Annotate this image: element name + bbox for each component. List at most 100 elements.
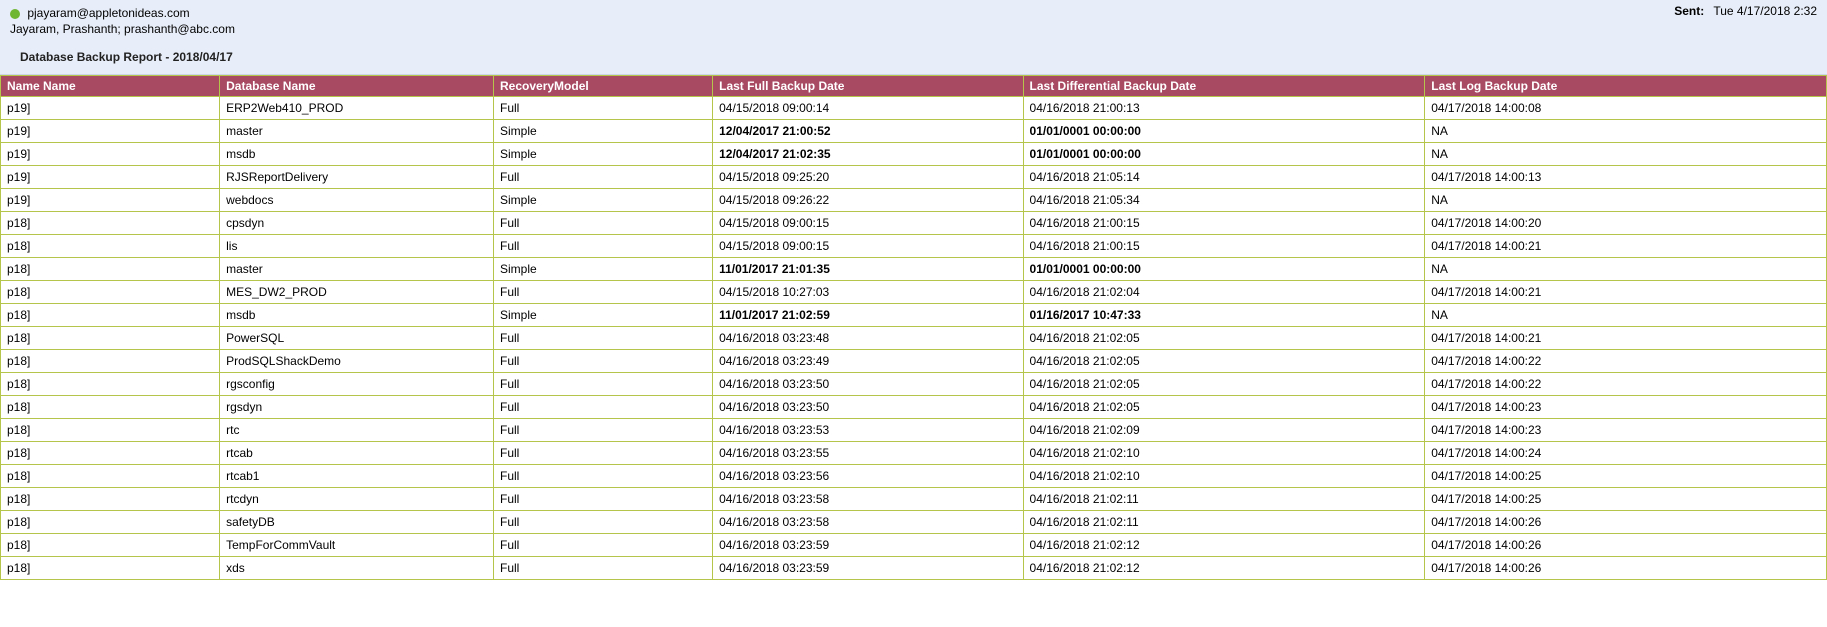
cell: Full (494, 511, 713, 534)
cell: Simple (494, 258, 713, 281)
cell: 12/04/2017 21:00:52 (713, 120, 1023, 143)
cell: 04/15/2018 10:27:03 (713, 281, 1023, 304)
table-row: p18]PowerSQLFull04/16/2018 03:23:4804/16… (1, 327, 1827, 350)
cell: Full (494, 488, 713, 511)
cell: 04/16/2018 03:23:50 (713, 396, 1023, 419)
cell: p18] (1, 419, 220, 442)
table-row: p19]ERP2Web410_PRODFull04/15/2018 09:00:… (1, 97, 1827, 120)
cell: p18] (1, 534, 220, 557)
cell: 04/17/2018 14:00:24 (1425, 442, 1827, 465)
cell: Full (494, 281, 713, 304)
cell: p18] (1, 488, 220, 511)
cell: 04/16/2018 21:05:34 (1023, 189, 1425, 212)
cell: 04/16/2018 03:23:59 (713, 534, 1023, 557)
cell: 04/17/2018 14:00:26 (1425, 557, 1827, 580)
cell: 04/17/2018 14:00:20 (1425, 212, 1827, 235)
cell: Simple (494, 304, 713, 327)
cell: NA (1425, 258, 1827, 281)
cell: 04/16/2018 21:02:04 (1023, 281, 1425, 304)
cell: 04/17/2018 14:00:22 (1425, 373, 1827, 396)
cell: ProdSQLShackDemo (220, 350, 494, 373)
table-row: p18]lisFull04/15/2018 09:00:1504/16/2018… (1, 235, 1827, 258)
cell: 12/04/2017 21:02:35 (713, 143, 1023, 166)
cell: 04/16/2018 21:00:15 (1023, 235, 1425, 258)
cell: TempForCommVault (220, 534, 494, 557)
table-row: p18]rgsconfigFull04/16/2018 03:23:5004/1… (1, 373, 1827, 396)
table-row: p18]MES_DW2_PRODFull04/15/2018 10:27:030… (1, 281, 1827, 304)
cell: p19] (1, 143, 220, 166)
cell: NA (1425, 189, 1827, 212)
table-row: p18]rtcabFull04/16/2018 03:23:5504/16/20… (1, 442, 1827, 465)
cell: Full (494, 557, 713, 580)
table-row: p18]cpsdynFull04/15/2018 09:00:1504/16/2… (1, 212, 1827, 235)
cell: Full (494, 327, 713, 350)
cell: 01/01/0001 00:00:00 (1023, 258, 1425, 281)
cell: Full (494, 212, 713, 235)
email-subject: Database Backup Report - 2018/04/17 (10, 50, 1817, 64)
cell: p19] (1, 120, 220, 143)
col-header-4: Last Differential Backup Date (1023, 76, 1425, 97)
cell: p18] (1, 304, 220, 327)
cell: 04/16/2018 21:02:10 (1023, 465, 1425, 488)
sent-value: Tue 4/17/2018 2:32 (1713, 4, 1817, 18)
table-row: p19]RJSReportDeliveryFull04/15/2018 09:2… (1, 166, 1827, 189)
table-row: p19]webdocsSimple04/15/2018 09:26:2204/1… (1, 189, 1827, 212)
table-row: p19]msdbSimple12/04/2017 21:02:3501/01/0… (1, 143, 1827, 166)
cell: 04/17/2018 14:00:21 (1425, 327, 1827, 350)
cell: Full (494, 419, 713, 442)
cell: Simple (494, 189, 713, 212)
cell: p19] (1, 166, 220, 189)
cell: p18] (1, 442, 220, 465)
cell: Full (494, 350, 713, 373)
cell: NA (1425, 120, 1827, 143)
cell: xds (220, 557, 494, 580)
table-row: p18]safetyDBFull04/16/2018 03:23:5804/16… (1, 511, 1827, 534)
cell: Full (494, 235, 713, 258)
cell: p18] (1, 511, 220, 534)
cell: p18] (1, 327, 220, 350)
cell: p19] (1, 189, 220, 212)
cell: rgsconfig (220, 373, 494, 396)
cell: Full (494, 373, 713, 396)
cell: 04/16/2018 21:05:14 (1023, 166, 1425, 189)
cell: ERP2Web410_PROD (220, 97, 494, 120)
cell: p18] (1, 212, 220, 235)
cell: 04/16/2018 03:23:58 (713, 488, 1023, 511)
table-row: p18]rtcFull04/16/2018 03:23:5304/16/2018… (1, 419, 1827, 442)
table-row: p18]TempForCommVaultFull04/16/2018 03:23… (1, 534, 1827, 557)
cell: 04/17/2018 14:00:25 (1425, 488, 1827, 511)
cell: 04/16/2018 03:23:49 (713, 350, 1023, 373)
cell: 04/16/2018 03:23:48 (713, 327, 1023, 350)
cell: 04/16/2018 21:02:09 (1023, 419, 1425, 442)
cell: 04/17/2018 14:00:08 (1425, 97, 1827, 120)
cell: 04/15/2018 09:00:14 (713, 97, 1023, 120)
cell: RJSReportDelivery (220, 166, 494, 189)
cell: lis (220, 235, 494, 258)
cell: p18] (1, 281, 220, 304)
table-row: p18]rtcab1Full04/16/2018 03:23:5604/16/2… (1, 465, 1827, 488)
cell: 04/17/2018 14:00:13 (1425, 166, 1827, 189)
cell: 04/15/2018 09:00:15 (713, 235, 1023, 258)
cell: cpsdyn (220, 212, 494, 235)
table-row: p18]msdbSimple11/01/2017 21:02:5901/16/2… (1, 304, 1827, 327)
cell: p18] (1, 235, 220, 258)
cell: 04/16/2018 03:23:55 (713, 442, 1023, 465)
cell: 04/16/2018 21:02:05 (1023, 327, 1425, 350)
cell: MES_DW2_PROD (220, 281, 494, 304)
cell: Full (494, 97, 713, 120)
cell: 04/17/2018 14:00:21 (1425, 281, 1827, 304)
sent-meta: Sent: Tue 4/17/2018 2:32 (1674, 4, 1817, 18)
email-header: pjayaram@appletonideas.com Jayaram, Pras… (0, 0, 1827, 75)
cell: 04/15/2018 09:26:22 (713, 189, 1023, 212)
table-row: p18]ProdSQLShackDemoFull04/16/2018 03:23… (1, 350, 1827, 373)
cell: 04/15/2018 09:25:20 (713, 166, 1023, 189)
cell: 04/16/2018 21:02:11 (1023, 511, 1425, 534)
sender-line: pjayaram@appletonideas.com (10, 6, 1817, 20)
cell: Full (494, 465, 713, 488)
presence-icon (10, 9, 20, 19)
cell: 04/15/2018 09:00:15 (713, 212, 1023, 235)
cell: 11/01/2017 21:01:35 (713, 258, 1023, 281)
col-header-0: Name Name (1, 76, 220, 97)
cell: 04/16/2018 03:23:53 (713, 419, 1023, 442)
cell: p18] (1, 465, 220, 488)
